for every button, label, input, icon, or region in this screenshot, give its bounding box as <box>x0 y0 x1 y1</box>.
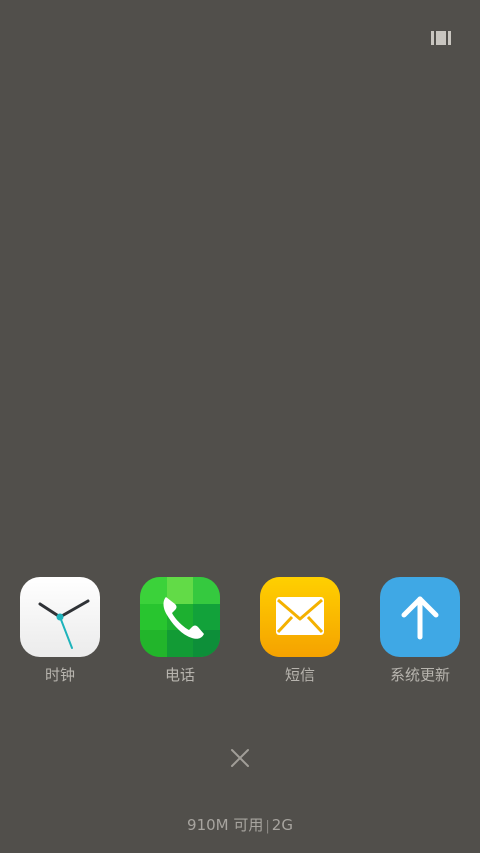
recent-app-system-update[interactable]: 系统更新 <box>360 577 480 684</box>
phone-icon <box>140 577 220 657</box>
message-icon <box>260 577 340 657</box>
multi-window-icon[interactable] <box>431 30 451 46</box>
close-all-button[interactable] <box>224 742 256 774</box>
app-label-clock: 时钟 <box>44 666 75 684</box>
memory-divider: | <box>265 819 270 834</box>
recent-app-clock[interactable]: 时钟 <box>0 577 120 684</box>
close-icon <box>231 749 249 767</box>
app-label-system-update: 系统更新 <box>389 666 450 684</box>
clock-icon <box>20 577 100 657</box>
recent-app-messages[interactable]: 短信 <box>240 577 360 684</box>
app-label-messages: 短信 <box>284 666 315 684</box>
recent-apps-row: 时钟 电话 短信 系统更新 <box>0 577 480 687</box>
memory-available: 910M 可用 <box>187 816 264 834</box>
memory-total: 2G <box>271 816 293 834</box>
app-label-phone: 电话 <box>164 666 195 684</box>
memory-status: 910M 可用 | 2G <box>0 815 480 837</box>
recent-app-phone[interactable]: 电话 <box>120 577 240 684</box>
update-arrow-icon <box>380 577 460 657</box>
